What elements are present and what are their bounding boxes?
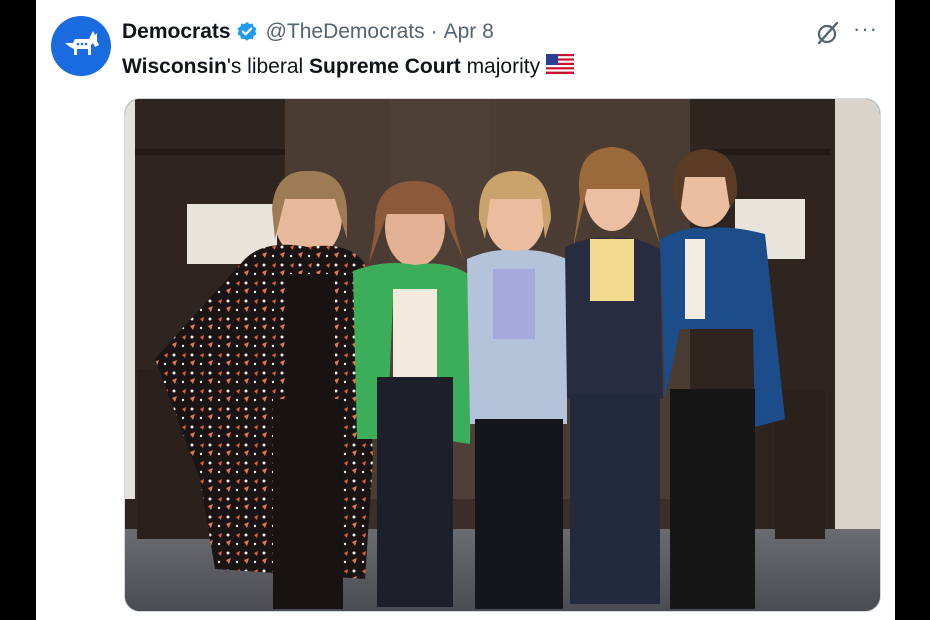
- more-icon[interactable]: ···: [853, 16, 878, 42]
- text-bold-supreme-court: Supreme Court: [309, 55, 461, 78]
- text-plain-1: 's liberal: [226, 55, 310, 78]
- tweet-photo[interactable]: [124, 98, 881, 612]
- handle[interactable]: @TheDemocrats: [266, 20, 425, 44]
- photo-image: [125, 99, 880, 611]
- grok-icon[interactable]: [815, 20, 841, 46]
- tweet-text: Wisconsin's liberal Supreme Court majori…: [122, 54, 575, 80]
- tweet-header: Democrats @TheDemocrats · Apr 8: [122, 20, 494, 44]
- avatar[interactable]: [51, 16, 111, 76]
- text-bold-wisconsin: Wisconsin: [122, 55, 227, 78]
- tweet-date[interactable]: Apr 8: [444, 20, 494, 44]
- verified-badge-icon: [236, 21, 258, 43]
- display-name[interactable]: Democrats: [122, 20, 231, 44]
- us-flag-icon: [546, 54, 575, 80]
- donkey-logo-icon: [65, 31, 99, 55]
- separator: ·: [430, 20, 438, 43]
- text-plain-2: majority: [460, 55, 541, 78]
